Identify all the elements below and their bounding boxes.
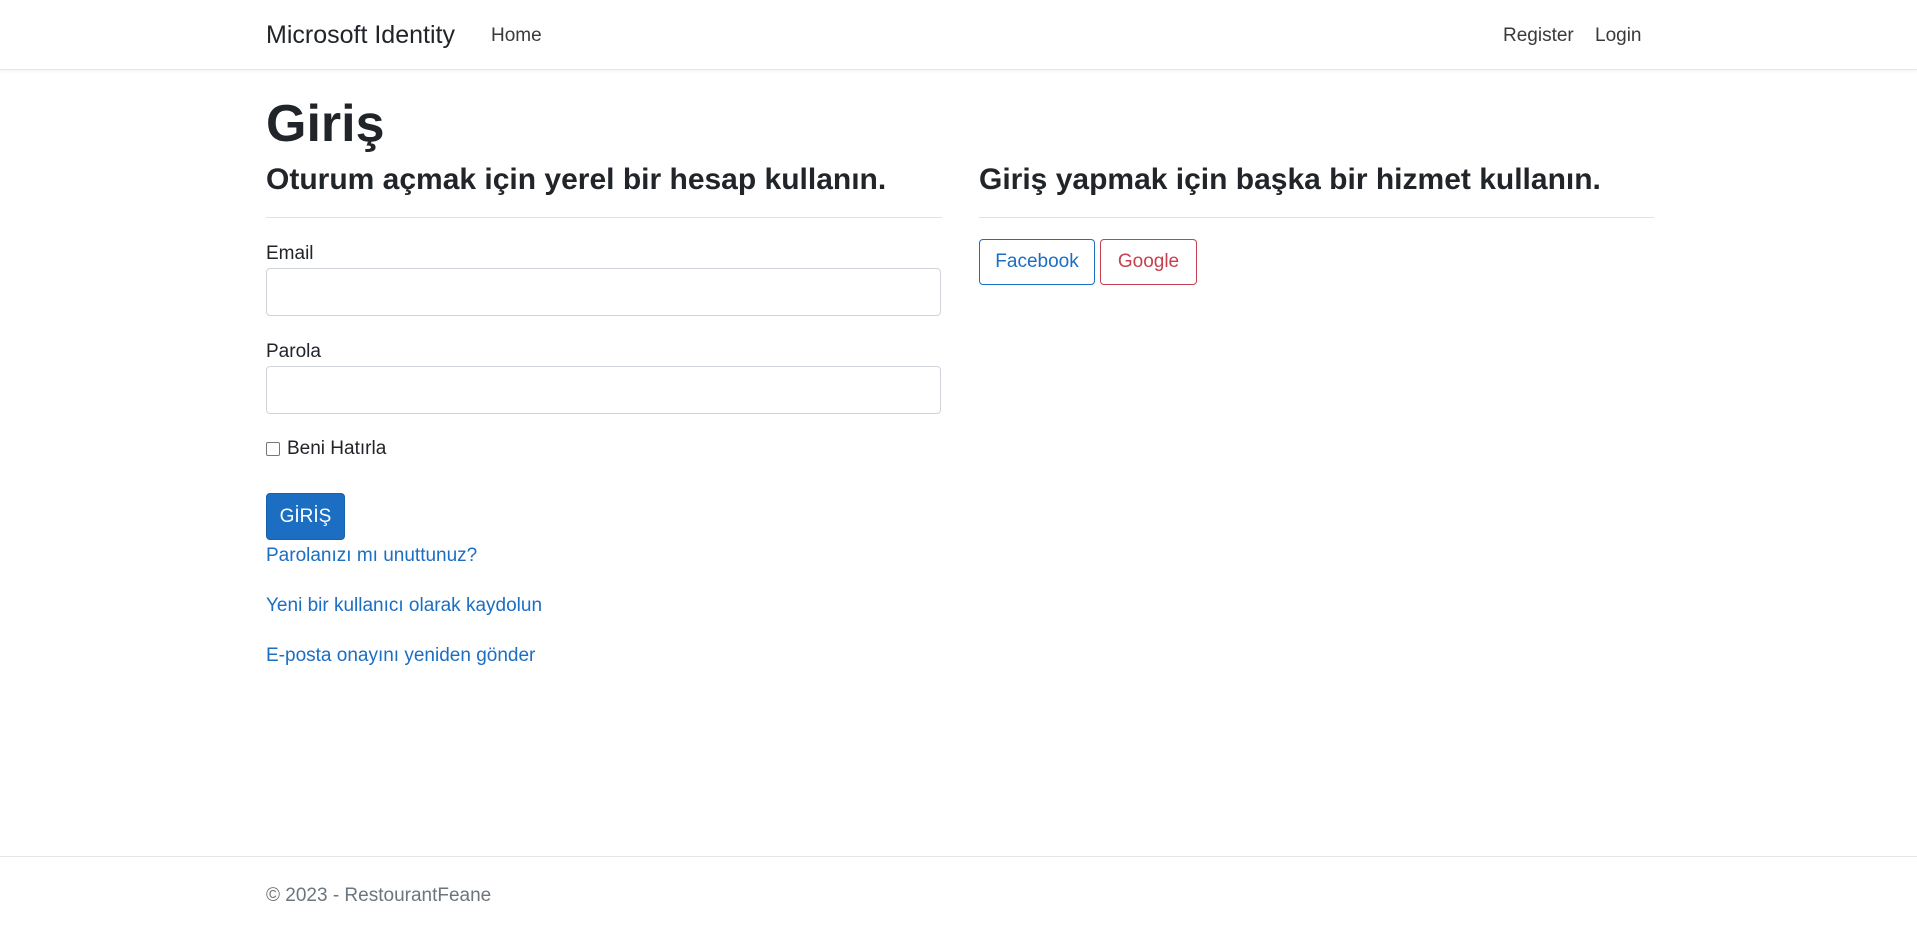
remember-me-checkbox[interactable] <box>266 442 280 456</box>
footer-copyright: © 2023 - RestourantFeane <box>266 885 492 906</box>
email-input[interactable] <box>266 268 941 316</box>
resend-email-confirmation-link[interactable]: E-posta onayını yeniden gönder <box>266 644 535 668</box>
page-footer: © 2023 - RestourantFeane <box>0 856 1917 931</box>
google-login-button[interactable]: Google <box>1100 239 1197 285</box>
local-login-heading: Oturum açmak için yerel bir hesap kullan… <box>266 163 887 196</box>
email-label: Email <box>266 243 314 264</box>
remember-me-label[interactable]: Beni Hatırla <box>287 437 386 461</box>
nav-home-link[interactable]: Home <box>491 24 542 48</box>
nav-register-link[interactable]: Register <box>1503 24 1574 48</box>
nav-login-link[interactable]: Login <box>1595 24 1642 48</box>
external-login-heading: Giriş yapmak için başka bir hizmet kulla… <box>979 163 1601 196</box>
brand-link[interactable]: Microsoft Identity <box>266 20 455 50</box>
facebook-login-button[interactable]: Facebook <box>979 239 1095 285</box>
login-submit-button[interactable]: GİRİŞ <box>266 493 345 540</box>
page-title: Giriş <box>266 95 385 153</box>
external-login-divider <box>979 217 1654 218</box>
remember-me-row: Beni Hatırla <box>266 437 386 461</box>
local-login-divider <box>266 217 942 218</box>
password-input[interactable] <box>266 366 941 414</box>
register-new-user-link[interactable]: Yeni bir kullanıcı olarak kaydolun <box>266 594 542 618</box>
top-navbar: Microsoft Identity Home Register Login <box>0 0 1917 70</box>
forgot-password-link[interactable]: Parolanızı mı unuttunuz? <box>266 544 477 568</box>
password-label: Parola <box>266 341 321 362</box>
